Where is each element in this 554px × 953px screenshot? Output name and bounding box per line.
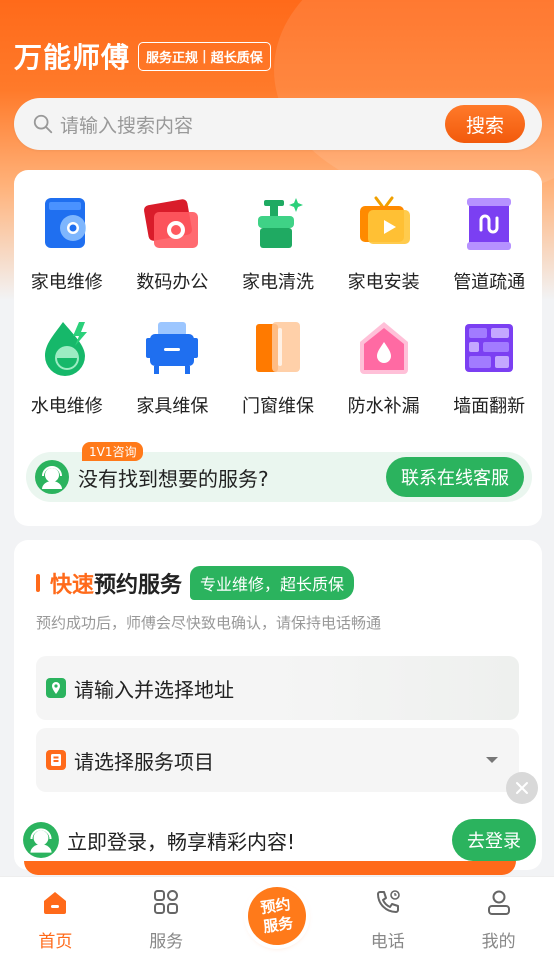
booking-subtitle: 预约成功后，师傅会尽快致电确认，请保持电话畅通	[36, 614, 382, 632]
tag-right: 超长质保	[210, 50, 263, 66]
tab-phone[interactable]: 电话	[332, 877, 443, 953]
brand-header: 万能师傅 服务正规 | 超长质保	[14, 36, 271, 76]
service-item[interactable]: 水电维修	[14, 316, 120, 426]
service-label: 家电维修	[30, 272, 103, 293]
user-icon	[487, 890, 510, 915]
title-rest: 预约服务	[94, 573, 183, 598]
washing-machine-icon	[44, 198, 86, 248]
search-bar[interactable]: 请输入搜索内容 搜索	[14, 98, 542, 150]
service-item[interactable]: 家电维修	[14, 192, 120, 302]
login-prompt-text: 立即登录，畅享精彩内容!	[67, 829, 296, 854]
tab-book-service[interactable]: 预约 服务	[222, 877, 333, 953]
tv-icon	[359, 196, 410, 244]
service-label: 家电安装	[347, 272, 420, 293]
login-prompt-bar: 立即登录，畅享精彩内容! 去登录	[14, 818, 542, 862]
pipe-icon	[467, 198, 512, 250]
search-icon	[33, 114, 53, 134]
service-item[interactable]: 门窗维保	[225, 316, 331, 426]
service-label: 家具维保	[136, 396, 209, 417]
tag-left: 服务正规	[146, 50, 199, 66]
service-item[interactable]: 墙面翻新	[436, 316, 542, 426]
service-label: 水电维修	[30, 396, 103, 417]
service-label: 管道疏通	[453, 272, 526, 293]
book-service-button[interactable]: 预约 服务	[244, 883, 310, 949]
service-label: 防水补漏	[347, 396, 420, 417]
chevron-down-icon	[486, 757, 498, 763]
brick-wall-icon	[465, 324, 514, 372]
service-label: 家电清洗	[241, 272, 314, 293]
bottom-tab-bar: 首页 服务 预约 服务 电话 我的	[0, 876, 554, 953]
location-pin-icon	[46, 678, 66, 698]
tab-label: 服务	[149, 932, 184, 952]
service-item[interactable]: 防水补漏	[331, 316, 437, 426]
service-label: 墙面翻新	[453, 396, 526, 417]
login-button[interactable]: 去登录	[452, 819, 536, 861]
tab-label: 首页	[38, 932, 73, 952]
title-highlight: 快速	[50, 573, 95, 598]
waterproof-house-icon	[359, 322, 408, 374]
grid-icon	[154, 890, 179, 914]
service-item[interactable]: 家电清洗	[225, 192, 331, 302]
app-title: 万能师傅	[14, 41, 131, 74]
tab-home[interactable]: 首页	[0, 877, 111, 953]
customer-service-icon	[35, 460, 69, 494]
phone-icon	[376, 890, 400, 913]
service-category-card: 家电维修 数码办公 家电清洗 家电安装 管道疏通 水电维修 家具维保 门窗维保 …	[14, 170, 542, 526]
address-input[interactable]: 请输入并选择地址	[74, 674, 519, 703]
water-electric-icon	[44, 322, 87, 376]
service-list-icon	[46, 750, 66, 770]
customer-service-icon	[23, 822, 59, 858]
service-project-field[interactable]: 请选择服务项目	[36, 728, 519, 792]
submit-button-peek	[24, 861, 516, 875]
service-item[interactable]: 家电安装	[331, 192, 437, 302]
consult-badge: 1V1咨询	[82, 442, 144, 461]
close-icon	[516, 782, 528, 794]
cleaning-spray-icon	[257, 198, 303, 248]
contact-online-service-button[interactable]: 联系在线客服	[386, 457, 524, 497]
furniture-icon	[146, 322, 199, 374]
search-button[interactable]: 搜索	[445, 105, 525, 143]
service-item[interactable]: 家具维保	[120, 316, 226, 426]
booking-title: 快速 预约服务 专业维修，超长质保	[36, 566, 355, 600]
camera-icon	[144, 199, 199, 248]
service-grid: 家电维修 数码办公 家电清洗 家电安装 管道疏通 水电维修 家具维保 门窗维保 …	[14, 192, 542, 426]
search-input[interactable]: 请输入搜索内容	[60, 111, 445, 138]
consult-text: 没有找到想要的服务?	[78, 466, 269, 491]
service-item[interactable]: 管道疏通	[436, 192, 542, 302]
door-window-icon	[255, 322, 300, 372]
close-login-prompt-button[interactable]	[506, 772, 538, 804]
quality-tag: 专业维修，超长质保	[190, 566, 355, 600]
service-label: 数码办公	[136, 272, 209, 293]
tab-label: 我的	[481, 932, 516, 952]
tab-label: 电话	[370, 932, 405, 952]
title-accent-bar	[36, 574, 40, 592]
tab-services[interactable]: 服务	[111, 877, 222, 953]
service-project-select[interactable]: 请选择服务项目	[74, 746, 485, 775]
brand-guarantee-tag: 服务正规 | 超长质保	[138, 41, 271, 71]
address-field[interactable]: 请输入并选择地址	[36, 656, 519, 720]
service-item[interactable]: 数码办公	[120, 192, 226, 302]
online-consult-bar[interactable]: 1V1咨询 没有找到想要的服务? 联系在线客服	[26, 442, 532, 502]
home-icon	[44, 892, 67, 914]
tag-separator: |	[202, 48, 207, 64]
service-label: 门窗维保	[241, 396, 314, 417]
tab-mine[interactable]: 我的	[443, 877, 554, 953]
